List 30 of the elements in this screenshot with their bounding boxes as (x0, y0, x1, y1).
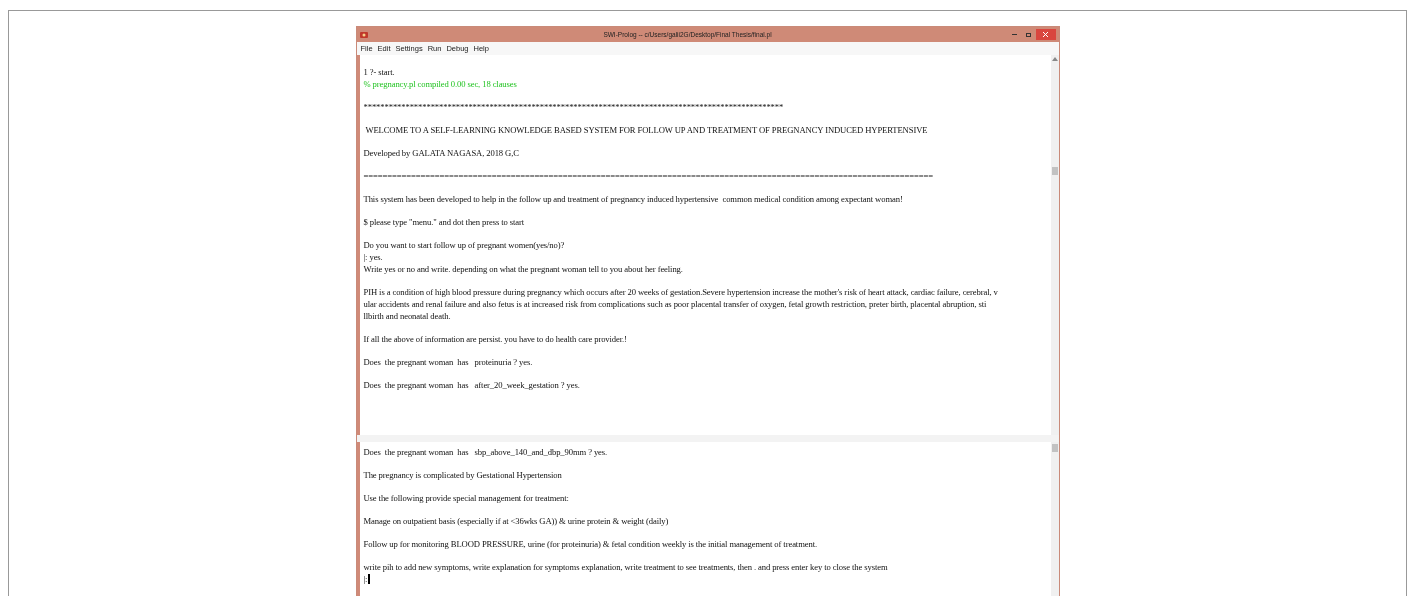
console-line: Do you want to start follow up of pregnant women(yes/no)? (363, 239, 566, 251)
prompt-text: |: (363, 572, 368, 586)
console-message: % pregnancy.pl compiled 0.00 sec, 18 clauses (363, 78, 518, 90)
console-line: **************************************************************************************************** (363, 101, 785, 113)
console-line: Use the following provide special management for treatment: (363, 492, 570, 504)
text-cursor-icon (368, 574, 370, 584)
console-line: llbirth and neonatal death. (363, 310, 452, 322)
console-line: Does the pregnant woman has after_20_week_gestation ? yes. (363, 379, 581, 391)
console-line: ======================================================================================================================== (363, 170, 935, 182)
console-line: Does the pregnant woman has sbp_above_140_and_dbp_90mm ? yes. (363, 446, 609, 458)
scroll-up-icon[interactable] (1051, 57, 1058, 61)
scroll-thumb[interactable] (1051, 444, 1058, 452)
console-line: $ please type "menu." and dot then press to start (363, 216, 526, 228)
console-line: write pih to add new symptoms, write explanation for symptoms explanation, write treatment to see treatments, then . and press enter key to close the system (363, 561, 889, 573)
app-icon (359, 30, 368, 39)
scroll-thumb[interactable] (1051, 167, 1058, 175)
console-line: 1 ?- start. (363, 66, 396, 78)
console-line: |: yes. (363, 251, 384, 263)
console-line: Developed by GALATA NAGASA, 2018 G,C (363, 147, 520, 159)
console-line: This system has been developed to help in the follow up and treatment of pregnancy induced hypertensive common medical condition among expectant woman! (363, 193, 904, 205)
console-line: WELCOME TO A SELF-LEARNING KNOWLEDGE BASED SYSTEM FOR FOLLOW UP AND TREATMENT OF PREGNANCY INDUCED HYPERTENSIVE (364, 124, 929, 136)
console-line: Manage on outpatient basis (especially if at <36wks GA)) & urine protein & weight (daily) (363, 515, 670, 527)
console-line: PIH is a condition of high blood pressure during pregnancy which occurs after 20 weeks of gestation.Severe hypertension increase the mother's risk of heart attack, cardiac failure, cerebral, v (363, 286, 999, 298)
console-line: Follow up for monitoring BLOOD PRESSURE, urine (for proteinuria) & fetal condition weekly is the initial management of treatment. (363, 538, 818, 550)
console-line: Write yes or no and write. depending on what the pregnant woman tell to you about her feeling. (363, 263, 684, 275)
console-line: If all the above of information are persist. you have to do health care provider.! (363, 333, 628, 345)
console-line: ular accidents and renal failure and also fetus is at increased risk from complications such as poor placental transfer of oxygen, fetal growth restriction, preter birth, placental abruption, sti (363, 298, 988, 310)
close-icon[interactable] (1035, 29, 1056, 40)
console-line: Does the pregnant woman has proteinuria ? yes. (363, 356, 534, 368)
console-line: The pregnancy is complicated by Gestational Hypertension (363, 469, 563, 481)
